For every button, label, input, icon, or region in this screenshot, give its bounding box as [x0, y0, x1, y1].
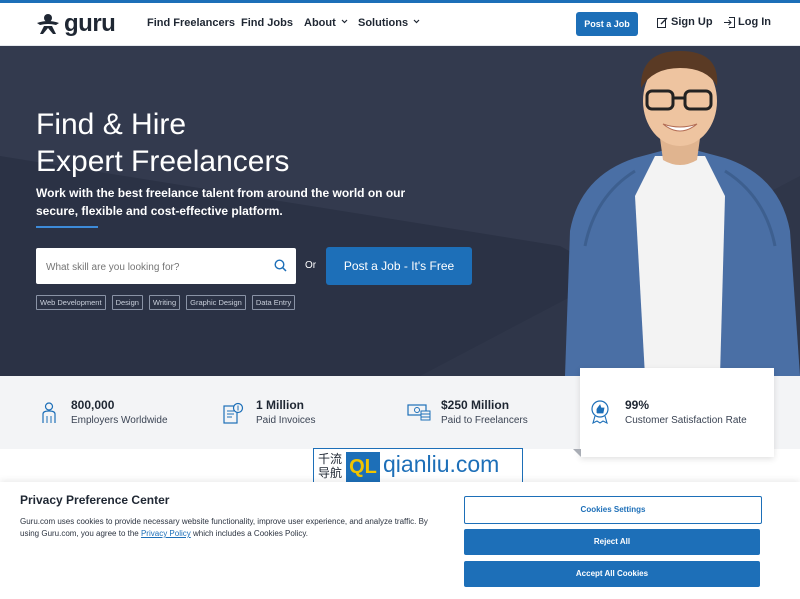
privacy-text-part2: which includes a Cookies Policy.	[190, 529, 309, 538]
stat-label: Customer Satisfaction Rate	[625, 415, 747, 426]
privacy-policy-link[interactable]: Privacy Policy	[141, 529, 191, 538]
search-icon[interactable]	[274, 259, 287, 272]
watermark-site: qianliu.com	[383, 451, 500, 477]
nav-find-freelancers[interactable]: Find Freelancers	[147, 17, 235, 29]
log-in-link[interactable]: Log In	[724, 16, 771, 28]
nav-solutions[interactable]: Solutions	[358, 17, 420, 29]
stat-label: Paid Invoices	[256, 415, 316, 426]
stat-number: 99%	[625, 398, 650, 412]
chevron-down-icon	[413, 19, 420, 24]
tag-graphic-design[interactable]: Graphic Design	[186, 295, 246, 310]
tag-design[interactable]: Design	[111, 295, 143, 310]
tag-data-entry[interactable]: Data Entry	[251, 295, 296, 310]
hero-man-photo	[565, 51, 800, 376]
stat-paid: $250 Million Paid to Freelancers	[441, 398, 528, 426]
nav-about-label: About	[304, 17, 336, 29]
stat-number: $250 Million	[441, 398, 510, 412]
person-icon	[42, 402, 56, 423]
card-corner-shadow	[573, 449, 581, 457]
log-in-label: Log In	[738, 16, 771, 28]
skill-search-box	[36, 248, 296, 286]
hero-divider	[36, 226, 98, 228]
watermark-cn-text: 千流导航	[318, 452, 343, 480]
hero-title-line1: Find & Hire	[36, 108, 187, 141]
stat-employers: 800,000 Employers Worldwide	[71, 398, 168, 426]
privacy-banner: Privacy Preference Center Guru.com uses …	[0, 482, 800, 599]
watermark-banner: 千流导航 QL qianliu.com	[313, 448, 523, 486]
edit-icon	[657, 17, 668, 28]
nav-about[interactable]: About	[304, 17, 348, 29]
post-job-free-button[interactable]: Post a Job - It's Free	[326, 247, 472, 285]
logo-text: guru	[64, 10, 116, 37]
post-job-button[interactable]: Post a Job	[576, 12, 638, 36]
stat-satisfaction: 99% Customer Satisfaction Rate	[625, 398, 747, 426]
money-icon	[407, 404, 431, 421]
tag-web-development[interactable]: Web Development	[36, 295, 106, 310]
stat-invoices: 1 Million Paid Invoices	[256, 398, 315, 426]
privacy-text: Guru.com uses cookies to provide necessa…	[20, 516, 440, 540]
cookies-settings-button[interactable]: Cookies Settings	[464, 496, 762, 524]
hero-section: Find & Hire Expert Freelancers Work with…	[0, 46, 800, 376]
thumbs-up-badge-icon	[591, 400, 609, 424]
privacy-title: Privacy Preference Center	[20, 493, 170, 507]
stat-number: 1 Million	[256, 398, 304, 412]
invoice-icon	[223, 402, 244, 424]
hero-title: Find & Hire Expert Freelancers	[36, 106, 289, 180]
skill-tags: Web Development Design Writing Graphic D…	[36, 295, 296, 310]
accept-all-cookies-button[interactable]: Accept All Cookies	[464, 561, 760, 587]
guru-logo[interactable]: guru	[36, 10, 116, 37]
stat-number: 800,000	[71, 398, 115, 412]
guru-figure-icon	[37, 14, 59, 34]
stat-label: Paid to Freelancers	[441, 415, 528, 426]
hero-title-line2: Expert Freelancers	[36, 145, 290, 178]
nav-find-jobs[interactable]: Find Jobs	[241, 17, 293, 29]
sign-up-link[interactable]: Sign Up	[657, 16, 713, 28]
tag-writing[interactable]: Writing	[148, 295, 181, 310]
login-icon	[724, 16, 735, 28]
satisfaction-card: 99% Customer Satisfaction Rate	[580, 368, 774, 457]
skill-search-input[interactable]	[44, 248, 268, 286]
watermark-ql-logo: QL	[346, 452, 380, 482]
reject-all-button[interactable]: Reject All	[464, 529, 760, 555]
top-nav: guru Find Freelancers Find Jobs About So…	[0, 3, 800, 46]
stat-label: Employers Worldwide	[71, 415, 168, 426]
sign-up-label: Sign Up	[671, 16, 713, 28]
chevron-down-icon	[341, 19, 348, 24]
nav-solutions-label: Solutions	[358, 17, 409, 29]
or-label: Or	[305, 260, 317, 271]
hero-subtitle: Work with the best freelance talent from…	[36, 186, 406, 218]
